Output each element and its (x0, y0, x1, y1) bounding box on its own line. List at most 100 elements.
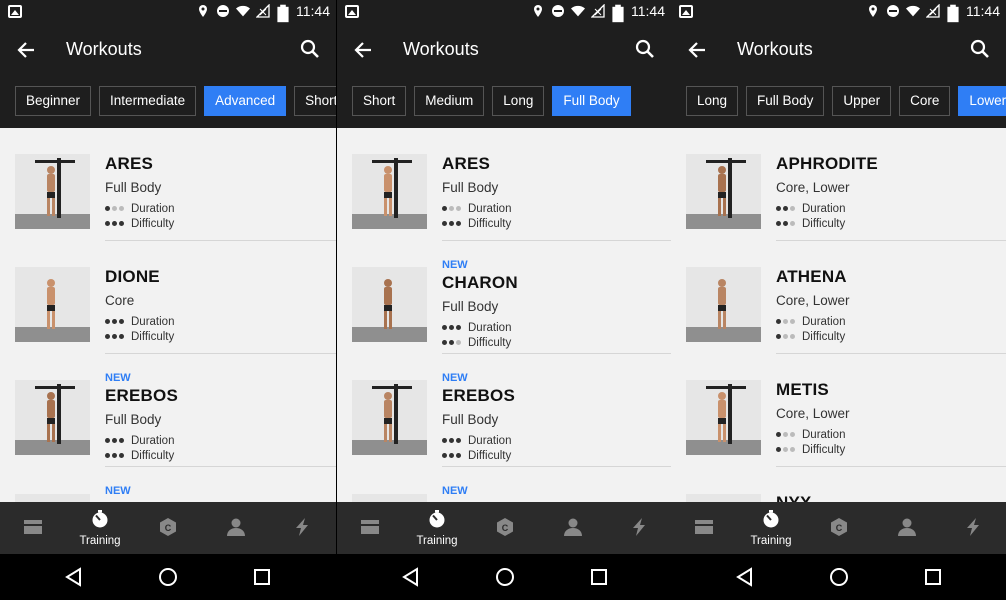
workout-list-item[interactable]: APHRODITE Core, Lower Duration Difficulty (671, 128, 1006, 241)
duration-rating-label: Duration (131, 315, 175, 328)
back-arrow-icon[interactable] (353, 40, 373, 60)
workout-name: EREBOS (105, 386, 178, 405)
workout-name: ARES (105, 154, 154, 173)
bottom-nav-item[interactable] (206, 502, 266, 554)
bottom-nav-item[interactable]: Training (70, 502, 130, 554)
bottom-nav-item[interactable]: Training (741, 502, 801, 554)
workout-info: NYX (776, 493, 1006, 502)
bottom-nav-item[interactable]: Training (407, 502, 467, 554)
system-back-icon[interactable] (401, 567, 421, 587)
duration-rating-dots (442, 206, 468, 211)
filter-chip[interactable]: Long (686, 86, 739, 116)
workout-list-item[interactable]: NEW EREBOS Full Body Duration Difficulty (0, 354, 336, 467)
filter-chip[interactable]: Medium (414, 86, 485, 116)
filter-chip[interactable]: Short dvanced (294, 86, 336, 116)
duration-rating: Duration (776, 427, 1006, 442)
filter-chip[interactable]: Core (899, 86, 951, 116)
bottom-nav-item[interactable] (543, 502, 603, 554)
page-title: Workouts (737, 39, 813, 59)
filter-chip-row: Short Medium Long Full Body (352, 86, 631, 116)
system-home-icon[interactable] (158, 567, 178, 587)
workout-list-item[interactable]: ATHENA Core, Lower Duration Difficulty (671, 241, 1006, 354)
workout-list-item[interactable]: NEW (0, 467, 336, 502)
rating-dot (105, 453, 110, 458)
workout-list-item[interactable]: NEW EREBOS Full Body Duration Difficulty (337, 354, 671, 467)
bottom-nav-item[interactable] (340, 502, 400, 554)
workout-thumbnail (686, 267, 761, 342)
filter-chip[interactable]: Short (352, 86, 407, 116)
bottom-nav-item[interactable] (877, 502, 937, 554)
workout-list-item[interactable]: DIONE Core Duration Difficulty (0, 241, 336, 354)
workout-thumbnail (352, 154, 427, 229)
filter-chip[interactable]: Full Body (746, 86, 825, 116)
status-time: 11:44 (296, 3, 330, 19)
workout-meta: Duration Difficulty (105, 433, 336, 463)
rating-dot (776, 206, 781, 211)
difficulty-rating-dots (442, 453, 468, 458)
filter-chip[interactable]: Beginner (15, 86, 92, 116)
search-icon[interactable] (635, 39, 655, 59)
search-icon[interactable] (970, 39, 990, 59)
workout-name: ATHENA (776, 267, 847, 286)
system-back-icon[interactable] (64, 567, 84, 587)
system-recents-icon[interactable] (252, 567, 272, 587)
lightning-icon (963, 517, 983, 540)
workout-list-item[interactable]: ARES Full Body Duration Difficulty (0, 128, 336, 241)
filter-chip[interactable]: Lower (958, 86, 1006, 116)
filter-chip[interactable]: Upper (832, 86, 892, 116)
workout-meta: Duration Difficulty (105, 314, 336, 344)
rating-dot (105, 221, 110, 226)
duration-rating-dots (105, 438, 131, 443)
bottom-nav-item[interactable] (3, 502, 63, 554)
filter-chip[interactable]: Intermediate (99, 86, 197, 116)
bottom-nav-item[interactable]: C (809, 502, 869, 554)
do-not-disturb-icon (551, 4, 565, 18)
workout-list-item[interactable]: NEW (337, 467, 671, 502)
duration-rating: Duration (105, 433, 336, 448)
rating-dot (119, 206, 124, 211)
workout-list-item[interactable]: METIS Core, Lower Duration Difficulty (671, 354, 1006, 467)
status-bar: 11:44 (337, 0, 671, 24)
svg-text:C: C (836, 523, 843, 533)
workout-list-item[interactable]: NEW CHARON Full Body Duration Difficulty (337, 241, 671, 354)
bottom-nav-item[interactable] (272, 502, 332, 554)
bottom-nav-item[interactable] (609, 502, 669, 554)
workout-info: NEW EREBOS Full Body Duration Difficulty (442, 372, 671, 463)
status-icons: 11:44 (866, 3, 1000, 23)
filter-chip-row: BeginnerIntermediateAdvancedShort dvance… (15, 86, 336, 116)
system-navigation-bar (0, 554, 336, 600)
bottom-nav-item[interactable]: C (138, 502, 198, 554)
wifi-icon (236, 4, 250, 18)
workout-info: NEW (442, 485, 671, 499)
workout-list-item[interactable]: ARES Full Body Duration Difficulty (337, 128, 671, 241)
new-badge: NEW (105, 485, 131, 497)
system-home-icon[interactable] (495, 567, 515, 587)
rating-dot (442, 206, 447, 211)
workout-name: ARES (442, 154, 491, 173)
difficulty-rating-label: Difficulty (802, 330, 846, 343)
workout-category: Full Body (442, 180, 499, 195)
workout-list: APHRODITE Core, Lower Duration Difficulty AT… (671, 128, 1006, 502)
back-arrow-icon[interactable] (16, 40, 36, 60)
rating-dot (456, 453, 461, 458)
new-badge: NEW (442, 485, 468, 497)
workout-meta: Duration Difficulty (442, 201, 671, 231)
back-arrow-icon[interactable] (687, 40, 707, 60)
filter-chip[interactable]: Advanced (204, 86, 287, 116)
bottom-navigation: Training C (0, 502, 336, 554)
bottom-nav-item[interactable] (943, 502, 1003, 554)
system-recents-icon[interactable] (923, 567, 943, 587)
bottom-nav-item[interactable] (674, 502, 734, 554)
rating-dot (783, 221, 788, 226)
system-home-icon[interactable] (829, 567, 849, 587)
system-back-icon[interactable] (735, 567, 755, 587)
workout-name: APHRODITE (776, 154, 878, 173)
workout-list-item[interactable]: NYX (671, 467, 1006, 502)
coach-icon: C (495, 517, 515, 540)
search-icon[interactable] (300, 39, 320, 59)
bottom-nav-item[interactable]: C (475, 502, 535, 554)
system-recents-icon[interactable] (589, 567, 609, 587)
filter-chip[interactable]: Full Body (552, 86, 631, 116)
filter-chip[interactable]: Long (492, 86, 545, 116)
battery-icon (946, 4, 960, 23)
